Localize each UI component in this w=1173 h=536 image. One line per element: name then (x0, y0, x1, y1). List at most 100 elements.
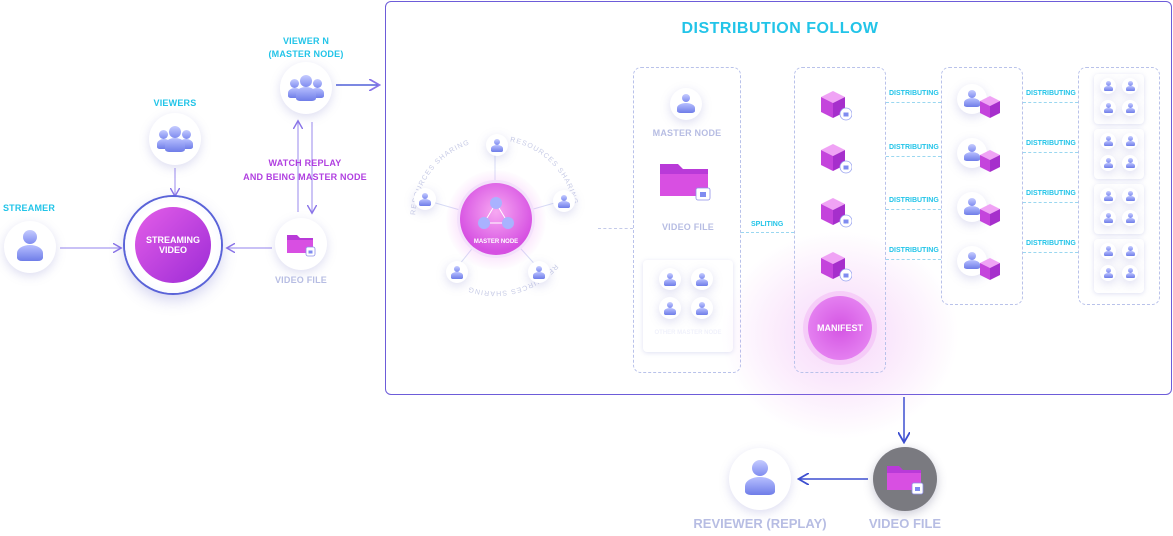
spliting-connector (741, 232, 794, 233)
person-icon (15, 230, 45, 264)
distributing-label: DISTRIBUTING (1026, 90, 1076, 97)
viewer-n-label: VIEWER N (282, 36, 330, 46)
cube-icon (821, 252, 852, 282)
viewer-avatar (1122, 188, 1138, 204)
person-icon (533, 265, 545, 279)
viewer-avatar (1122, 133, 1138, 149)
person-icon (677, 94, 695, 114)
network-icon (478, 197, 514, 229)
viewer-group-card[interactable] (1094, 184, 1144, 234)
person-icon (451, 265, 463, 279)
cube-icon (980, 258, 1000, 280)
person-icon (419, 192, 431, 206)
distributing-connector (1023, 202, 1078, 203)
folder-icon (660, 164, 711, 201)
peer-node[interactable] (486, 134, 508, 156)
master-node-label: MASTER NODE (652, 128, 722, 138)
person-icon (1103, 213, 1113, 223)
person-icon (664, 301, 676, 315)
person-icon (1103, 246, 1113, 256)
cube-icon (821, 91, 852, 121)
peer-avatar (691, 297, 713, 319)
person-icon (696, 301, 708, 315)
distributing-connector (1023, 152, 1078, 153)
peer-node[interactable] (528, 261, 550, 283)
person-icon (1103, 81, 1113, 91)
distributing-label: DISTRIBUTING (889, 247, 939, 254)
person-icon (558, 194, 570, 208)
cube-icon (980, 96, 1000, 118)
viewer-n-node[interactable] (280, 62, 332, 114)
person-icon (1125, 191, 1135, 201)
viewer-avatar (1122, 78, 1138, 94)
viewer-avatar (1122, 210, 1138, 226)
viewers-label: VIEWERS (153, 98, 197, 108)
master-node-icon-circle[interactable] (670, 88, 702, 120)
spliting-label: SPLITING (751, 221, 784, 228)
viewer-avatar (1122, 265, 1138, 281)
distributing-connector (886, 259, 941, 260)
viewer-avatar (1100, 265, 1116, 281)
reviewer-node[interactable] (729, 448, 791, 510)
viewer-avatar (1100, 78, 1116, 94)
video-file-panel-label: VIDEO FILE (661, 222, 714, 232)
cluster-connector (598, 228, 633, 229)
video-file-bottom-node[interactable] (873, 447, 937, 511)
watch-replay-sublabel: AND BEING MASTER NODE (243, 172, 367, 182)
video-file-label: VIDEO FILE (274, 275, 327, 285)
cube-icon (980, 204, 1000, 226)
streaming-sublabel: VIDEO (158, 245, 187, 255)
master-node-center-label: MASTER NODE (473, 239, 519, 245)
viewer-avatar (1122, 243, 1138, 259)
group-icon (157, 124, 193, 154)
person-icon (696, 272, 708, 286)
video-file-bottom-label: VIDEO FILE (868, 516, 942, 531)
viewer-avatar (1100, 243, 1116, 259)
viewer-group-card[interactable] (1094, 129, 1144, 179)
streaming-video-node[interactable]: STREAMING VIDEO (135, 207, 211, 283)
cube-icon (821, 198, 852, 228)
peer-node[interactable] (553, 190, 575, 212)
video-file-node[interactable] (275, 218, 327, 270)
person-icon (1125, 213, 1135, 223)
watch-replay-label: WATCH REPLAY (268, 158, 342, 168)
streamer-node[interactable] (4, 221, 56, 273)
distributing-label: DISTRIBUTING (1026, 190, 1076, 197)
viewer-avatar (1100, 100, 1116, 116)
person-icon (1103, 268, 1113, 278)
viewer-group-card[interactable] (1094, 239, 1144, 293)
folder-icon (887, 466, 924, 495)
peer-node[interactable] (446, 261, 468, 283)
person-icon (491, 138, 503, 152)
person-icon (1103, 103, 1113, 113)
person-icon (1103, 191, 1113, 201)
viewer-avatar (1100, 133, 1116, 149)
distribution-title: DISTRIBUTION FOLLOW (681, 20, 879, 37)
person-icon (664, 272, 676, 286)
streaming-label: STREAMING (146, 235, 200, 245)
cube-icon (821, 144, 852, 174)
person-icon (1103, 136, 1113, 146)
viewer-avatar (1100, 188, 1116, 204)
person-icon (1125, 158, 1135, 168)
master-node-center[interactable]: MASTER NODE (460, 183, 532, 255)
viewers-node[interactable] (149, 113, 201, 165)
cube-icon (980, 150, 1000, 172)
person-icon (1125, 81, 1135, 91)
distributing-label: DISTRIBUTING (889, 144, 939, 151)
peer-avatar (659, 268, 681, 290)
person-icon (1103, 158, 1113, 168)
viewer-group-card[interactable] (1094, 74, 1144, 124)
distributing-label: DISTRIBUTING (1026, 140, 1076, 147)
peer-avatar (691, 268, 713, 290)
viewer-avatar (1100, 210, 1116, 226)
peer-node[interactable] (414, 188, 436, 210)
person-icon (743, 460, 777, 498)
manifest-node[interactable]: MANIFEST (808, 296, 872, 360)
distributing-connector (1023, 102, 1078, 103)
distributing-connector (1023, 252, 1078, 253)
person-icon (1125, 246, 1135, 256)
peer-avatar (659, 297, 681, 319)
streamer-label: STREAMER (2, 203, 56, 213)
viewer-avatar (1122, 155, 1138, 171)
